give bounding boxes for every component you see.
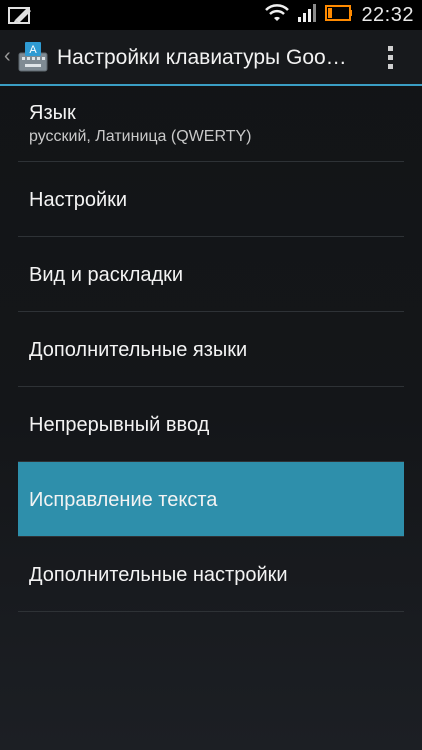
setting-summary: русский, Латиница (QWERTY): [29, 128, 252, 145]
setting-title: Вид и раскладки: [29, 264, 184, 286]
status-bar: 22:32: [0, 0, 422, 30]
status-time: 22:32: [361, 3, 414, 26]
overflow-menu-icon[interactable]: [380, 42, 400, 72]
setting-item-gesture-input[interactable]: Непрерывный ввод: [18, 387, 404, 462]
actionbar-title: Настройки клавиатуры Goo…: [57, 46, 347, 69]
setting-title: Исправление текста: [29, 489, 218, 511]
setting-title: Язык: [29, 102, 76, 124]
setting-item-advanced[interactable]: Дополнительные настройки: [18, 537, 404, 612]
battery-icon: [325, 3, 353, 28]
svg-text:A: A: [29, 44, 37, 56]
setting-title: Настройки: [29, 189, 128, 211]
wifi-icon: [265, 3, 290, 28]
setting-item-appearance-layouts[interactable]: Вид и раскладки: [18, 237, 404, 312]
keyboard-app-icon[interactable]: A: [16, 40, 50, 74]
screen: 22:32 ‹ A Настройки клавиатуры Goo… Язык…: [0, 0, 422, 750]
setting-item-text-correction[interactable]: Исправление текста: [18, 462, 404, 537]
setting-title: Дополнительные языки: [29, 339, 248, 361]
edit-icon: [8, 5, 34, 25]
settings-list: Язык русский, Латиница (QWERTY) Настройк…: [18, 86, 404, 612]
setting-title: Дополнительные настройки: [29, 564, 288, 586]
setting-title: Непрерывный ввод: [29, 414, 210, 436]
setting-item-additional-languages[interactable]: Дополнительные языки: [18, 312, 404, 387]
setting-item-language[interactable]: Язык русский, Латиница (QWERTY): [18, 86, 404, 162]
chevron-left-icon[interactable]: ‹: [4, 45, 11, 67]
setting-item-settings[interactable]: Настройки: [18, 162, 404, 237]
signal-icon: [297, 3, 317, 28]
